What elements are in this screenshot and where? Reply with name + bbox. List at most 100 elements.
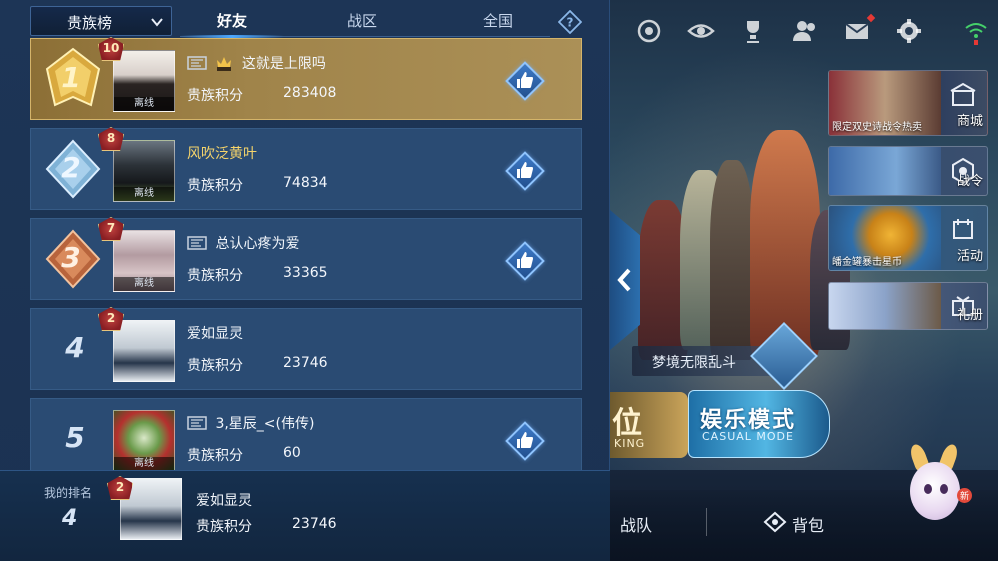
tab-zone[interactable]: 战区 [310, 6, 414, 36]
player-name-text: 风吹泛黄叶 [187, 146, 257, 162]
trophy-icon[interactable] [736, 14, 770, 48]
score-value: 33365 [283, 265, 328, 281]
score-value: 74834 [283, 175, 328, 191]
player-name-text: 爱如显灵 [187, 326, 243, 342]
player-name-text: 这就是上限吗 [241, 56, 326, 72]
friends-icon[interactable] [788, 14, 822, 48]
leaderboard-row[interactable]: 1 离线 10 这就是上限吗 贵族积分 283408 [30, 35, 582, 120]
tab-friends[interactable]: 好友 [180, 6, 284, 36]
lobby-top-icons [632, 13, 926, 48]
gift-book-card-art [829, 283, 941, 329]
mascot-eye [940, 484, 948, 494]
like-button[interactable] [505, 241, 545, 281]
chevron-down-icon [151, 18, 163, 27]
dream-mode-banner[interactable]: 梦境无限乱斗 [632, 322, 818, 390]
thumbs-up-icon [517, 432, 533, 448]
player-name: 3,星辰_<(伟传) [187, 413, 314, 433]
noble-level-badge: 7 [95, 215, 127, 243]
hero-figure [710, 160, 754, 360]
leaderboard-row[interactable]: 3 离线 7 总认心疼为爱 贵族积分 33365 [30, 215, 582, 300]
player-name: 这就是上限吗 [187, 53, 326, 73]
offline-label: 离线 [114, 457, 174, 471]
title-tag-icon [187, 56, 207, 70]
offline-label: 离线 [114, 277, 174, 291]
my-score-value: 23746 [292, 516, 337, 532]
shop-card[interactable]: 商城 限定双史诗战令热卖 [828, 70, 988, 136]
score-value: 23746 [283, 355, 328, 371]
tab-national[interactable]: 全国 [446, 6, 550, 36]
gear-icon[interactable] [892, 14, 926, 48]
score-label: 贵族积分 [187, 268, 243, 284]
dream-mode-label: 梦境无限乱斗 [652, 355, 736, 371]
ranked-mode-subtitle: KING [614, 437, 646, 450]
chevron-left-icon[interactable] [614, 266, 636, 294]
rank-number: 1 [61, 61, 81, 94]
mail-icon[interactable] [840, 13, 876, 48]
noble-level-number: 8 [106, 131, 116, 145]
svip-crown-icon [217, 57, 232, 71]
leaderboard-type-dropdown[interactable]: 贵族榜 [30, 6, 172, 36]
battlepass-card[interactable]: 战令 [828, 146, 988, 196]
score-value: 60 [283, 445, 301, 461]
my-score-label: 贵族积分 [196, 519, 252, 535]
score-label: 贵族积分 [187, 358, 243, 374]
battlepass-label: 战令 [956, 174, 983, 189]
title-tag-icon [187, 236, 207, 250]
events-icon [953, 219, 973, 239]
eye-icon[interactable] [684, 14, 718, 48]
help-icon[interactable]: ? [558, 10, 582, 34]
offline-label: 离线 [114, 97, 174, 111]
player-name: 爱如显灵 [187, 323, 243, 343]
my-rank-number: 4 [62, 506, 78, 531]
noble-level-number: 2 [106, 311, 116, 325]
leaderboard-panel: 贵族榜 好友 战区 全国 ? 1 离线 10 这就是上限吗 贵族积分 28340… [0, 0, 610, 561]
offline-label: 离线 [114, 187, 174, 201]
like-button[interactable] [505, 151, 545, 191]
thumbs-up-icon [517, 72, 533, 88]
team-button[interactable]: 战队 [620, 512, 652, 536]
noble-level-badge: 8 [95, 125, 127, 153]
leaderboard-row[interactable]: 5 离线 3,星辰_<(伟传) 贵族积分 60 [30, 398, 582, 480]
player-name-text: 总认心疼为爱 [215, 236, 300, 252]
backpack-button[interactable]: 背包 [792, 512, 824, 536]
shop-label: 商城 [956, 114, 983, 129]
battlepass-card-art [829, 147, 941, 195]
svg-text:?: ? [567, 16, 574, 30]
like-button[interactable] [505, 421, 545, 461]
rank-number: 5 [65, 421, 85, 454]
score-label: 贵族积分 [187, 178, 243, 194]
player-name: 风吹泛黄叶 [187, 143, 257, 163]
backpack-icon [763, 511, 787, 533]
my-noble-level-badge: 2 [104, 474, 136, 502]
events-caption: 皤金罐暴击星币 [832, 257, 902, 268]
leaderboard-row[interactable]: 4 2 爱如显灵 贵族积分 23746 [30, 305, 582, 390]
title-tag-icon [187, 416, 207, 430]
events-label: 活动 [956, 249, 983, 264]
shop-icon [950, 82, 976, 106]
leaderboard-tabs: 好友 战区 全国 [180, 6, 552, 38]
leaderboard-row[interactable]: 2 离线 8 风吹泛黄叶 贵族积分 74834 [30, 125, 582, 210]
mascot-new-badge: 新 [956, 488, 972, 503]
score-value: 283408 [283, 85, 337, 101]
casual-mode-subtitle: CASUAL MODE [702, 430, 794, 443]
player-name: 总认心疼为爱 [187, 233, 299, 253]
noble-level-badge: 10 [95, 35, 127, 63]
score-label: 贵族积分 [187, 88, 243, 104]
rank-number: 4 [65, 331, 85, 364]
noble-level-badge: 2 [95, 305, 127, 333]
events-card[interactable]: 活动 皤金罐暴击星币 [828, 205, 988, 271]
avatar[interactable]: 离线 [113, 410, 175, 472]
my-player-name: 爱如显灵 [196, 493, 252, 509]
gift-book-card[interactable]: 礼册 [828, 282, 988, 330]
noble-level-number: 2 [115, 480, 125, 494]
dropdown-label: 贵族榜 [67, 14, 113, 32]
mascot-pet[interactable]: 新 [898, 440, 972, 530]
noble-level-number: 7 [106, 221, 116, 235]
like-button[interactable] [505, 61, 545, 101]
rank-number: 2 [61, 151, 81, 184]
thumbs-up-icon [517, 162, 533, 178]
player-name-text: 3,星辰_<(伟传) [215, 416, 315, 432]
shop-caption: 限定双史诗战令热卖 [832, 122, 922, 133]
lobby-circle-icon[interactable] [632, 14, 666, 48]
thumbs-up-icon [517, 252, 533, 268]
